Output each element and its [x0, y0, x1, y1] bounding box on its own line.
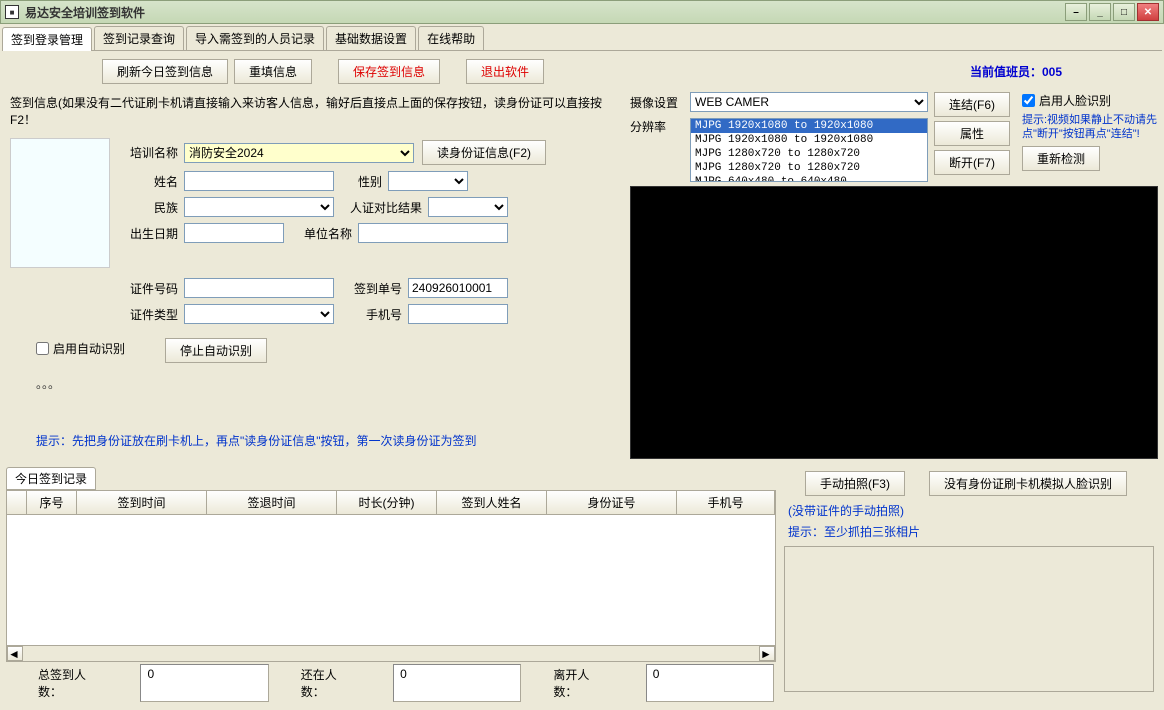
gender-label: 性别: [342, 173, 382, 190]
photo-placeholder: [10, 138, 110, 268]
props-button[interactable]: 属性: [934, 121, 1010, 146]
serial-label: 签到单号: [342, 280, 402, 297]
grid-body: [7, 515, 775, 645]
phone-input[interactable]: [408, 304, 508, 324]
connect-button[interactable]: 连结(F6): [934, 92, 1010, 117]
col-duration[interactable]: 时长(分钟): [337, 491, 437, 514]
exit-button[interactable]: 退出软件: [466, 59, 544, 84]
name-input[interactable]: [184, 171, 334, 191]
ethnicity-select[interactable]: [184, 197, 334, 217]
compare-select[interactable]: [428, 197, 508, 217]
unit-label: 单位名称: [292, 225, 352, 242]
tab-import[interactable]: 导入需签到的人员记录: [186, 26, 324, 50]
col-checkin[interactable]: 签到时间: [77, 491, 207, 514]
tab-checkin-manage[interactable]: 签到登录管理: [2, 27, 92, 51]
operator-label: 当前值班员：005: [970, 63, 1062, 80]
app-icon: [5, 5, 19, 19]
birth-input[interactable]: [184, 223, 284, 243]
camera-tip: 提示:视频如果静止不动请先点"断开"按钮再点"连结"!: [1022, 113, 1158, 142]
compare-label: 人证对比结果: [342, 199, 422, 216]
manual-tip1: (没带证件的手动拍照): [780, 500, 1158, 521]
total-label: 总签到人数：: [8, 664, 138, 702]
res-option[interactable]: MJPG 1280x720 to 1280x720: [691, 147, 927, 161]
cam-res-label: 分辨率: [630, 118, 686, 135]
present-value: 0: [393, 664, 521, 702]
disconnect-button[interactable]: 断开(F7): [934, 150, 1010, 175]
manual-tip2: 提示：至少抓拍三张相片: [780, 521, 1158, 542]
photo-capture-box: [784, 546, 1154, 692]
left-value: 0: [646, 664, 774, 702]
idnum-input[interactable]: [184, 278, 334, 298]
redetect-button[interactable]: 重新检测: [1022, 146, 1100, 171]
hint-blue: 提示：先把身份证放在刷卡机上，再点"读身份证信息"按钮，第一次读身份证为签到: [6, 426, 626, 455]
tab-base-data[interactable]: 基础数据设置: [326, 26, 416, 50]
phone-label: 手机号: [342, 306, 402, 323]
simulate-face-button[interactable]: 没有身份证刷卡机模拟人脸识别: [929, 471, 1127, 496]
res-option[interactable]: MJPG 640x480 to 640x480: [691, 175, 927, 182]
save-button[interactable]: 保存签到信息: [338, 59, 440, 84]
grid-corner: [7, 491, 27, 514]
read-id-button[interactable]: 读身份证信息(F2): [422, 140, 546, 165]
col-seq[interactable]: 序号: [27, 491, 77, 514]
res-option[interactable]: MJPG 1920x1080 to 1920x1080: [691, 119, 927, 133]
birth-label: 出生日期: [114, 225, 178, 242]
training-label: 培训名称: [114, 144, 178, 161]
res-option[interactable]: MJPG 1920x1080 to 1920x1080: [691, 133, 927, 147]
minimize-icon[interactable]: –: [1065, 3, 1087, 21]
res-option[interactable]: MJPG 1280x720 to 1280x720: [691, 161, 927, 175]
total-value: 0: [140, 664, 268, 702]
col-idnum[interactable]: 身份证号: [547, 491, 677, 514]
col-checkout[interactable]: 签退时间: [207, 491, 337, 514]
unit-input[interactable]: [358, 223, 508, 243]
form-hint: 签到信息(如果没有二代证刷卡机请直接输入来访客人信息，输好后直接点上面的保存按钮…: [6, 92, 626, 130]
gender-select[interactable]: [388, 171, 468, 191]
auto-recognize-checkbox[interactable]: 启用自动识别: [36, 340, 125, 357]
video-preview: [630, 186, 1158, 459]
training-select[interactable]: 消防安全2024: [184, 143, 414, 163]
idnum-label: 证件号码: [114, 280, 178, 297]
col-name[interactable]: 签到人姓名: [437, 491, 547, 514]
cam-device-label: 摄像设置: [630, 94, 686, 111]
cam-device-select[interactable]: WEB CAMER: [690, 92, 928, 112]
tab-help[interactable]: 在线帮助: [418, 26, 484, 50]
ethnicity-label: 民族: [114, 199, 178, 216]
resolution-listbox[interactable]: MJPG 1920x1080 to 1920x1080 MJPG 1920x10…: [690, 118, 928, 182]
refresh-button[interactable]: 刷新今日签到信息: [102, 59, 228, 84]
status-dots: 。。。: [6, 371, 626, 396]
face-checkbox[interactable]: 启用人脸识别: [1022, 92, 1158, 109]
serial-input[interactable]: [408, 278, 508, 298]
left-label: 离开人数：: [523, 664, 643, 702]
today-records-tab[interactable]: 今日签到记录: [6, 467, 96, 490]
name-label: 姓名: [114, 173, 178, 190]
maximize-icon[interactable]: □: [1113, 3, 1135, 21]
tab-record-query[interactable]: 签到记录查询: [94, 26, 184, 50]
manual-photo-button[interactable]: 手动拍照(F3): [805, 471, 905, 496]
records-grid[interactable]: 序号 签到时间 签退时间 时长(分钟) 签到人姓名 身份证号 手机号 ◄►: [6, 490, 776, 662]
stop-auto-button[interactable]: 停止自动识别: [165, 338, 267, 363]
minimize2-icon[interactable]: _: [1089, 3, 1111, 21]
h-scrollbar[interactable]: ◄►: [7, 645, 775, 661]
close-icon[interactable]: ✕: [1137, 3, 1159, 21]
present-label: 还在人数：: [271, 664, 391, 702]
idtype-select[interactable]: [184, 304, 334, 324]
refill-button[interactable]: 重填信息: [234, 59, 312, 84]
window-title: 易达安全培训签到软件: [25, 4, 1065, 21]
idtype-label: 证件类型: [114, 306, 178, 323]
col-phone[interactable]: 手机号: [677, 491, 775, 514]
